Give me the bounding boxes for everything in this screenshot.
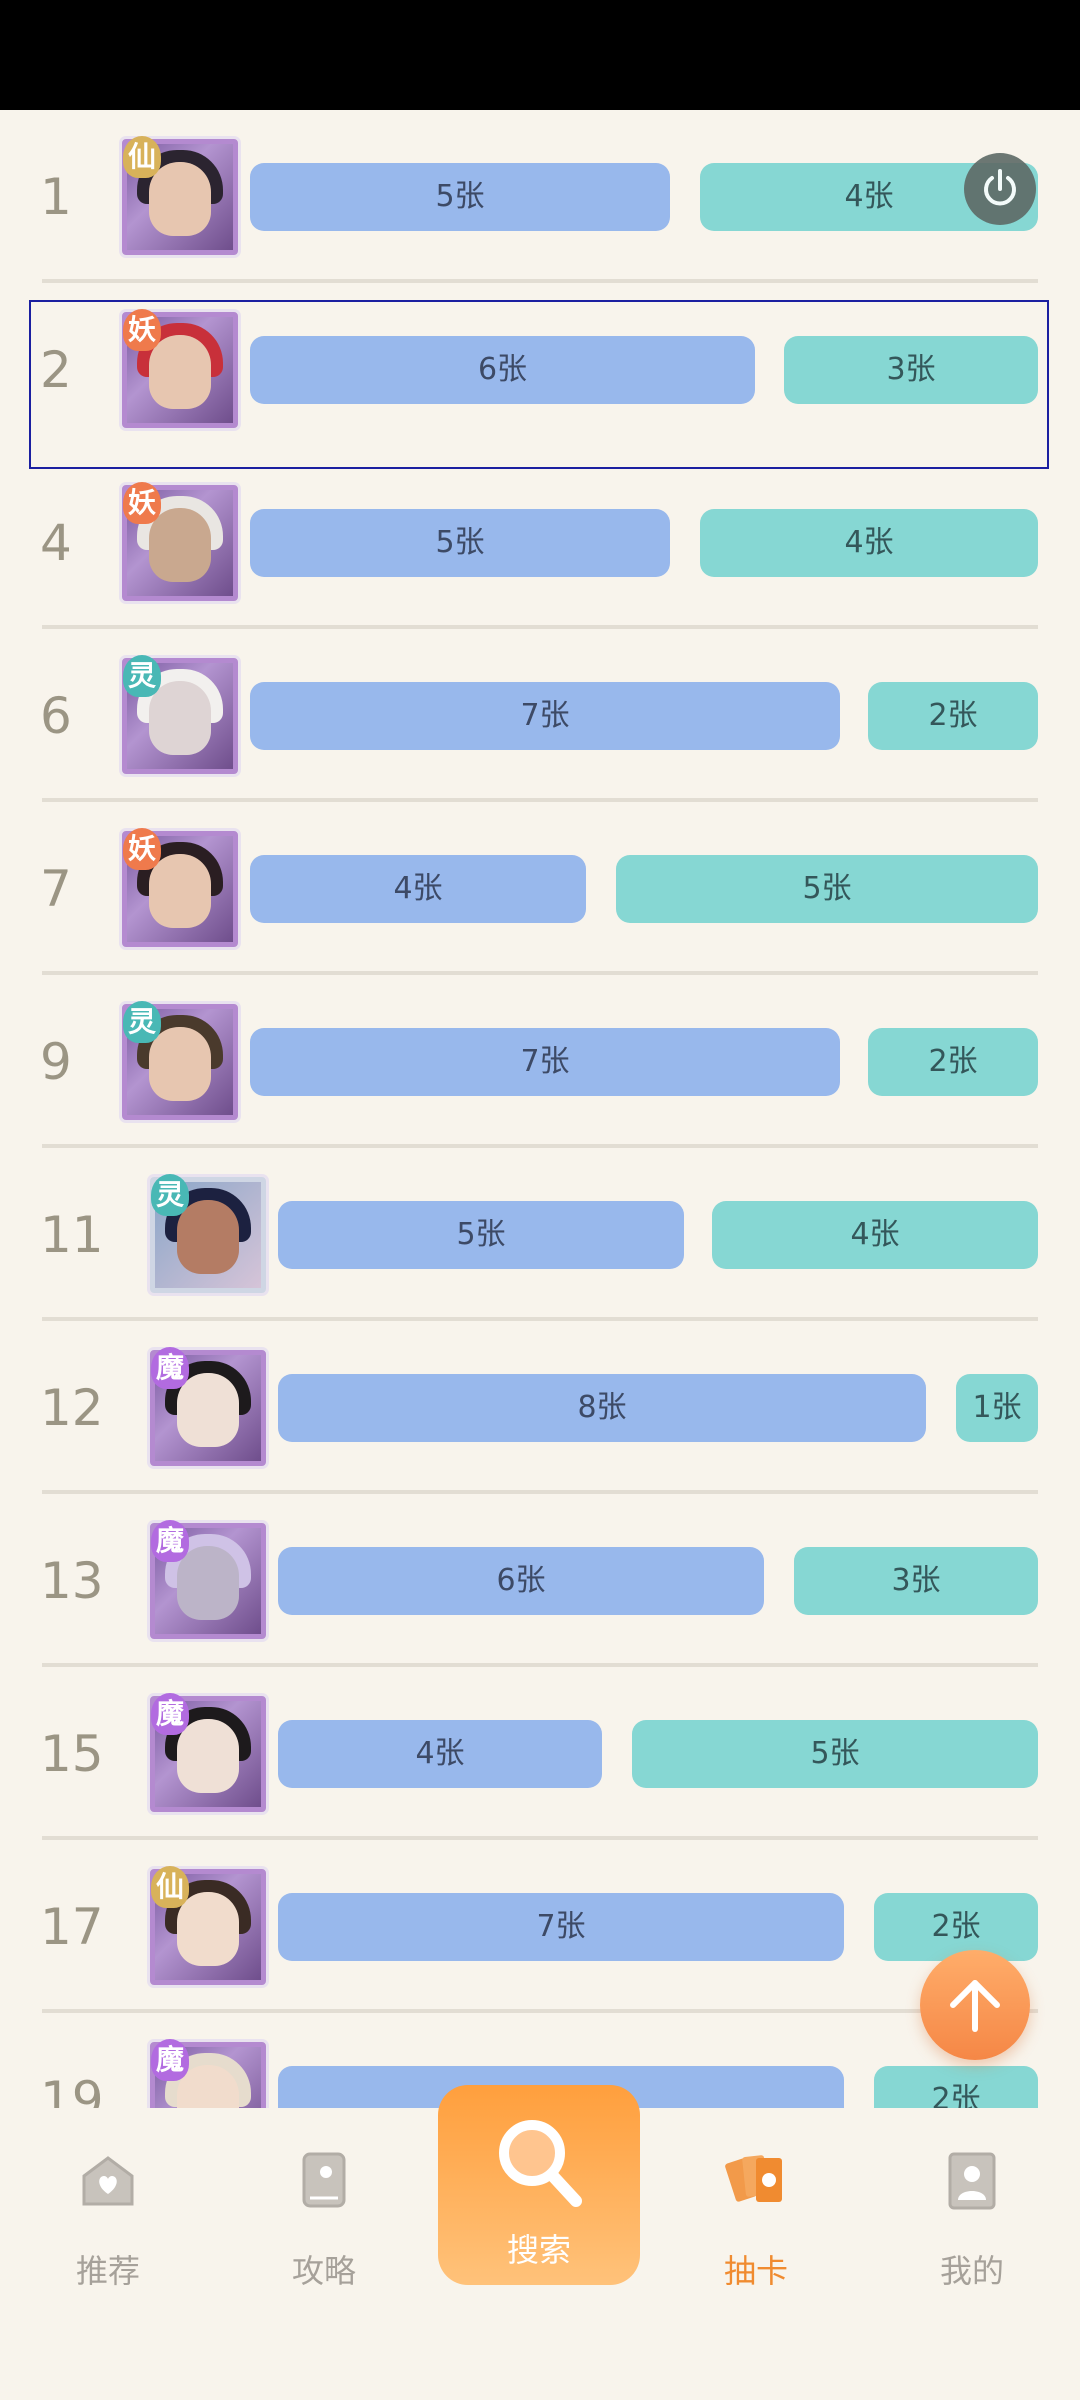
faction-badge: 灵 [151,1173,189,1216]
tab-recommend-label: 推荐 [75,2252,140,2290]
teal-card-count: 1张 [956,1373,1038,1442]
scroll-to-top-button[interactable] [920,1950,1030,2060]
list-item[interactable]: 6 灵 7张 2张 [0,629,1080,802]
teal-card-count: 2张 [874,2065,1038,2108]
teal-card-count: 2张 [868,681,1038,750]
rank-number: 2 [40,340,72,399]
blue-card-count: 5张 [250,508,670,577]
avatar[interactable]: 妖 [122,827,238,947]
avatar[interactable]: 仙 [122,135,238,255]
faction-badge: 妖 [123,827,161,870]
faction-badge: 灵 [123,654,161,697]
faction-badge: 仙 [151,1865,189,1908]
rank-number: 17 [40,1897,104,1956]
tab-draw-label: 抽卡 [723,2252,788,2290]
list-item[interactable]: 12 魔 8张 1张 [0,1321,1080,1494]
list-item[interactable]: 17 仙 7张 2张 [0,1840,1080,2013]
blue-card-count: 5张 [250,162,670,231]
teal-card-count: 5张 [632,1719,1038,1788]
card-list[interactable]: 1 仙 5张 4张 2 妖 6张 3张 4 妖 5张 4张 6 灵 7张 2张 … [0,110,1080,2108]
power-button[interactable] [964,153,1036,225]
avatar[interactable]: 灵 [122,654,238,774]
tab-guide[interactable]: 攻略 [234,2148,414,2290]
faction-badge: 灵 [123,1000,161,1043]
faction-badge: 魔 [151,1519,189,1562]
blue-card-count: 6张 [250,335,755,404]
tab-draw[interactable]: 抽卡 [666,2148,846,2290]
rank-number: 6 [40,686,72,745]
tab-mine-label: 我的 [939,2252,1004,2290]
list-item[interactable]: 13 魔 6张 3张 [0,1494,1080,1667]
teal-card-count: 5张 [616,854,1038,923]
faction-badge: 仙 [123,135,161,178]
book-icon [302,2152,346,2208]
faction-badge: 魔 [151,1692,189,1735]
teal-card-count: 4张 [712,1200,1038,1269]
rank-number: 9 [40,1032,72,1091]
tab-search-label: 搜索 [506,2231,571,2269]
blue-card-count: 7张 [250,1027,840,1096]
list-item[interactable]: 2 妖 6张 3张 [0,283,1080,456]
faction-badge: 魔 [151,1346,189,1389]
teal-card-count: 3张 [784,335,1038,404]
avatar[interactable]: 魔 [150,1346,266,1466]
rank-number: 19 [40,2070,104,2109]
rank-number: 12 [40,1378,104,1437]
search-icon [499,2120,582,2207]
teal-card-count: 2张 [874,1892,1038,1961]
list-item[interactable]: 15 魔 4张 5张 [0,1667,1080,1840]
rank-number: 11 [40,1205,104,1264]
list-item[interactable]: 7 妖 4张 5张 [0,802,1080,975]
rank-number: 15 [40,1724,104,1783]
teal-card-count: 4张 [700,508,1038,577]
blue-card-count: 8张 [278,1373,926,1442]
teal-card-count: 2张 [868,1027,1038,1096]
faction-badge: 妖 [123,308,161,351]
rank-number: 7 [40,859,72,918]
home-heart-icon [82,2156,134,2206]
blue-card-count: 4张 [250,854,586,923]
power-icon [984,169,1016,206]
blue-card-count: 6张 [278,1546,764,1615]
tab-recommend[interactable]: 推荐 [18,2148,198,2290]
list-item[interactable]: 9 灵 7张 2张 [0,975,1080,1148]
list-item[interactable]: 11 灵 5张 4张 [0,1148,1080,1321]
list-item[interactable]: 4 妖 5张 4张 [0,456,1080,629]
profile-icon [948,2152,996,2210]
blue-card-count: 7张 [250,681,840,750]
rank-number: 13 [40,1551,104,1610]
tab-guide-label: 攻略 [291,2252,356,2290]
teal-card-count: 3张 [794,1546,1038,1615]
blue-card-count: 5张 [278,1200,684,1269]
avatar[interactable]: 仙 [150,1865,266,1985]
rank-number: 1 [40,167,72,226]
avatar[interactable]: 灵 [122,1000,238,1120]
avatar[interactable]: 魔 [150,1519,266,1639]
list-item[interactable]: 1 仙 5张 4张 [0,110,1080,283]
avatar[interactable]: 妖 [122,308,238,428]
avatar[interactable]: 魔 [150,2038,266,2108]
avatar[interactable]: 灵 [150,1173,266,1293]
status-bar [0,0,1080,110]
blue-card-count: 7张 [278,1892,844,1961]
avatar[interactable]: 魔 [150,1692,266,1812]
cards-icon [725,2155,782,2202]
tab-search[interactable]: 搜索 [438,2085,640,2285]
faction-badge: 魔 [151,2038,189,2081]
rank-number: 4 [40,513,72,572]
faction-badge: 妖 [123,481,161,524]
arrow-up-icon [950,1980,1000,2032]
blue-card-count: 4张 [278,1719,602,1788]
avatar[interactable]: 妖 [122,481,238,601]
tab-mine[interactable]: 我的 [882,2148,1062,2290]
